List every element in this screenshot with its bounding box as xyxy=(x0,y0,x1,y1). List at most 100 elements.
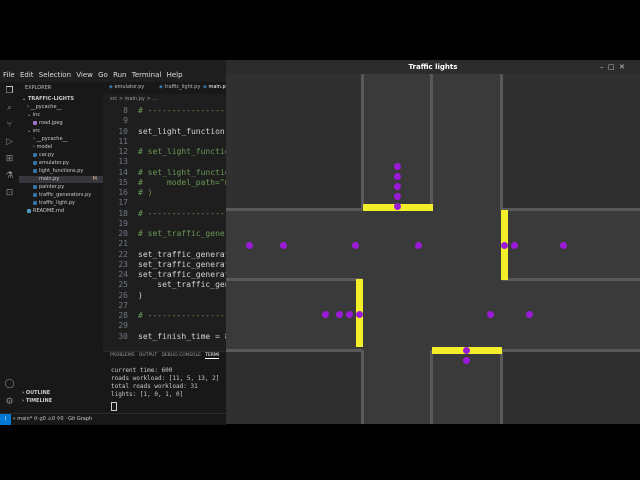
tab-debug-console[interactable]: DEBUG CONSOLE xyxy=(162,353,201,358)
search-icon[interactable]: ⌕ xyxy=(4,103,15,114)
tab-main[interactable]: ◆ main.py xyxy=(203,84,229,90)
branch-icon: ⑂ xyxy=(12,416,16,422)
git-graph-button[interactable]: Git Graph xyxy=(68,416,92,422)
code-line[interactable]: # model_path="m xyxy=(138,178,230,187)
ports-count[interactable]: 0 xyxy=(60,416,63,422)
run-debug-icon[interactable]: ▷ xyxy=(4,137,15,148)
tree-item[interactable]: › __pycache__ xyxy=(33,136,68,143)
terminal-line: current time: 600 xyxy=(111,367,173,374)
code-line[interactable]: set_light_function xyxy=(138,127,225,136)
project-root[interactable]: ⌄ TRAFFIC-LIGHTS xyxy=(22,96,74,103)
files-icon[interactable]: ❐ xyxy=(4,86,15,97)
branch-name[interactable]: main* xyxy=(17,416,32,422)
line-number: 29 xyxy=(118,321,128,331)
tree-item[interactable]: › __pycache__ xyxy=(27,104,62,111)
python-file-icon: ◆ xyxy=(159,84,163,90)
window-controls: – □ ✕ xyxy=(600,60,625,74)
code-line[interactable]: set_traffic_generat xyxy=(138,270,230,279)
line-number: 18 xyxy=(118,208,128,218)
road-curb xyxy=(361,350,364,424)
remote-icon[interactable]: ⊡ xyxy=(4,188,15,199)
error-count[interactable]: 0 xyxy=(43,416,46,422)
menu-file[interactable]: File xyxy=(3,71,15,79)
activity-bar: ❐ ⌕ ⑂ ▷ ⊞ ⚗ ⊡ ◯ ⚙ xyxy=(0,82,19,424)
car xyxy=(501,242,508,249)
testing-icon[interactable]: ⚗ xyxy=(4,171,15,182)
code-line[interactable]: set_traffic_generat xyxy=(138,250,230,259)
python-file-icon: ◆ xyxy=(109,84,113,90)
maximize-icon[interactable]: □ xyxy=(608,63,615,71)
timeline-section[interactable]: › TIMELINE xyxy=(22,398,52,405)
code-line[interactable]: # set_light_functio xyxy=(138,168,230,177)
car xyxy=(487,311,494,318)
terminal-line: lights: [1, 0, 1, 0] xyxy=(111,391,184,398)
breadcrumb[interactable]: src > main.py > ... xyxy=(110,96,157,102)
code-line[interactable]: ) xyxy=(138,291,143,300)
car xyxy=(394,163,401,170)
source-control-icon[interactable]: ⑂ xyxy=(4,120,15,131)
car xyxy=(415,242,422,249)
code-line[interactable]: set_finish_time = 8 xyxy=(138,332,230,341)
tree-item[interactable]: › model xyxy=(33,144,52,151)
code-line[interactable]: # ---------------- xyxy=(138,209,225,218)
lane-divider xyxy=(502,278,640,281)
tree-item[interactable]: traffic_generators.py xyxy=(33,192,91,199)
tab-terminal[interactable]: TERMI xyxy=(205,353,220,359)
tree-item[interactable]: ⌄ inc xyxy=(27,112,40,119)
line-number: 13 xyxy=(118,157,128,167)
tab-output[interactable]: OUTPUT xyxy=(139,353,157,358)
line-number: 11 xyxy=(118,136,128,146)
city-block xyxy=(226,74,362,210)
menu-help[interactable]: Help xyxy=(167,71,183,79)
menu-terminal[interactable]: Terminal xyxy=(132,71,162,79)
car xyxy=(560,242,567,249)
code-line[interactable]: # set_traffic_gener xyxy=(138,229,230,238)
python-file-icon: ◆ xyxy=(203,84,207,90)
account-icon[interactable]: ◯ xyxy=(4,379,15,390)
city-block xyxy=(502,350,640,424)
code-line[interactable]: # ---------------- xyxy=(138,311,225,320)
tree-item[interactable]: car.py xyxy=(33,152,54,159)
tab-problems[interactable]: PROBLEMS xyxy=(110,353,135,358)
tab-traffic-light[interactable]: ◆ traffic_light.py xyxy=(159,84,200,90)
minimize-icon[interactable]: – xyxy=(600,63,604,71)
menu-view[interactable]: View xyxy=(76,71,93,79)
tree-item[interactable]: README.md xyxy=(27,208,64,215)
code-line[interactable]: # ) xyxy=(138,188,152,197)
code-line[interactable]: # set_light_function xyxy=(138,147,234,156)
python-file-icon xyxy=(33,192,37,197)
line-number: 10 xyxy=(118,126,128,136)
line-number: 9 xyxy=(123,116,128,126)
car xyxy=(336,311,343,318)
tree-item[interactable]: light_functions.py xyxy=(33,168,83,175)
sync-icon[interactable]: ⟳ xyxy=(34,416,38,422)
menu-selection[interactable]: Selection xyxy=(39,71,71,79)
terminal-line: roads workload: [11, 5, 13, 2] xyxy=(111,375,220,382)
menu-run[interactable]: Run xyxy=(113,71,126,79)
tree-item-selected[interactable]: main.py M xyxy=(19,176,103,183)
car xyxy=(394,183,401,190)
car xyxy=(322,311,329,318)
gear-icon[interactable]: ⚙ xyxy=(4,397,15,408)
remote-indicator-icon[interactable]: ⟩ xyxy=(0,414,11,425)
tree-item[interactable]: traffic_light.py xyxy=(33,200,75,207)
python-file-icon xyxy=(33,177,37,181)
tree-item[interactable]: ⌄ src xyxy=(27,128,40,135)
outline-section[interactable]: › OUTLINE xyxy=(22,390,50,397)
tree-item[interactable]: emulator.py xyxy=(33,160,69,167)
extensions-icon[interactable]: ⊞ xyxy=(4,154,15,165)
menu-go[interactable]: Go xyxy=(98,71,108,79)
code-line[interactable]: set_traffic_generat xyxy=(138,260,230,269)
explorer-sidebar: EXPLORER ⌄ TRAFFIC-LIGHTS › __pycache__ … xyxy=(19,82,103,413)
menu-edit[interactable]: Edit xyxy=(20,71,34,79)
tree-item[interactable]: road.jpeg xyxy=(33,120,63,127)
car xyxy=(394,203,401,210)
python-file-icon xyxy=(33,184,37,189)
warning-count[interactable]: 0 xyxy=(52,416,55,422)
status-bar: ⟩ ⑂ main* ⟳ ⓧ0 ⚠0 ⚲0 ◦Git Graph xyxy=(0,413,226,425)
close-icon[interactable]: ✕ xyxy=(619,63,625,71)
code-line[interactable]: # ---------------- xyxy=(138,106,225,115)
code-line[interactable]: set_traffic_gen xyxy=(138,280,229,289)
tree-item[interactable]: painter.py xyxy=(33,184,64,191)
tab-emulator[interactable]: ◆ emulator.py xyxy=(109,84,144,90)
